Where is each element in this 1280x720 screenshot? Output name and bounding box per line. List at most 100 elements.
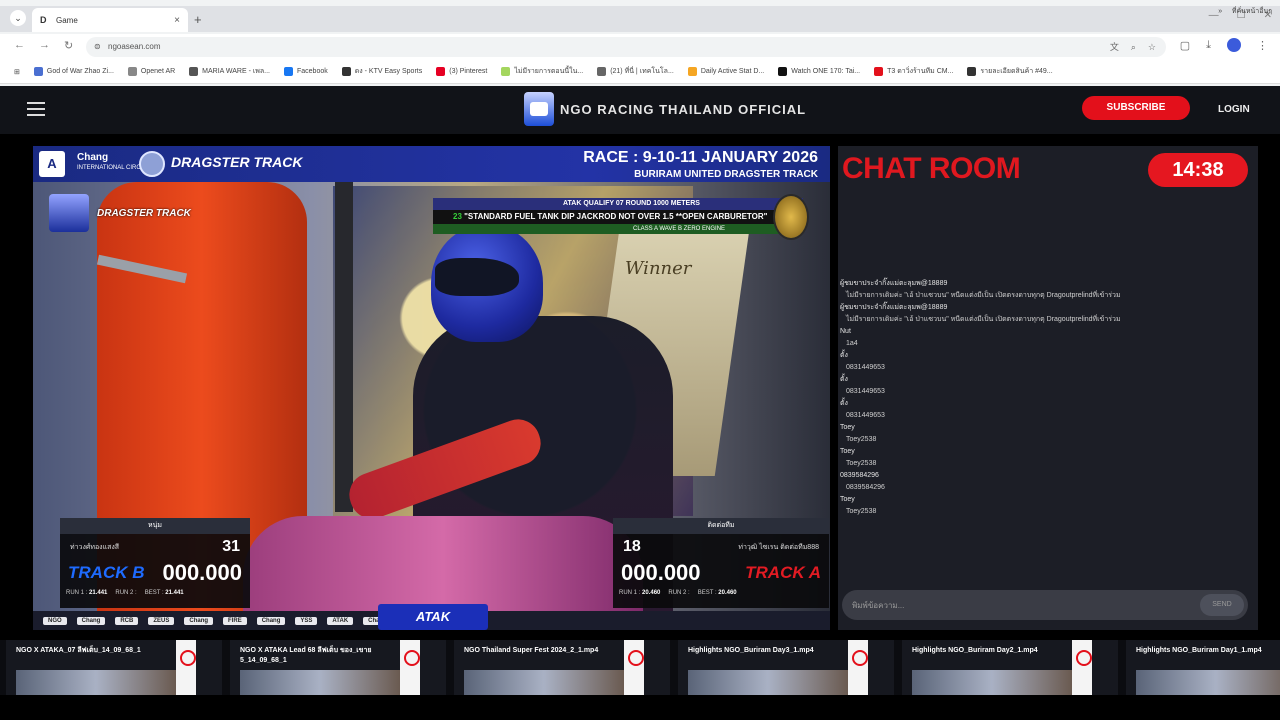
brand[interactable]: NGO RACING THAILAND OFFICIAL — [524, 92, 806, 126]
site-title: NGO RACING THAILAND OFFICIAL — [560, 101, 807, 117]
bookmark-item[interactable]: Facebook — [284, 67, 328, 76]
chat-text: ไม่มีรายการเดิมค่ะ "เอ้ ป่าแซวบน" หนีดแต… — [846, 316, 1121, 323]
forward-icon[interactable]: → — [39, 39, 50, 52]
video-thumbnail[interactable] — [16, 670, 176, 695]
bookmark-favicon-icon — [436, 67, 446, 76]
bookmark-item[interactable]: (21) ที่นี่ | เทคโนโล... — [597, 66, 674, 77]
bookmark-label: รายละเอียดสินค้า #49... — [980, 68, 1053, 75]
race-venue: BURIRAM UNITED DRAGSTER TRACK — [634, 169, 818, 180]
bookmarks-folder[interactable]: ที่คั่นหน้าอื่นๆ — [1232, 8, 1272, 15]
minimize-icon[interactable]: — — [1209, 10, 1219, 21]
sponsor-logo: FIRE — [223, 616, 247, 625]
video-list: NGO X ATAKA_07 ลีฟเต็บ_14_09_68_1 NGO X A… — [0, 640, 1280, 695]
reload-icon[interactable]: ↻ — [64, 39, 73, 52]
live-video-player[interactable]: Winner A Chang INTERNATIONAL CIRCUIT DRA… — [33, 146, 830, 630]
video-card[interactable]: Highlights NGO_Buriram Day1_1.mp4 — [1126, 640, 1280, 695]
video-thumbnail[interactable] — [240, 670, 400, 695]
page-bottom — [0, 695, 1280, 720]
tab-close-icon[interactable]: × — [174, 15, 180, 26]
chat-input-bar: SEND — [842, 590, 1248, 620]
video-thumbnail[interactable] — [1136, 670, 1280, 695]
site-favicon-icon: D — [40, 15, 47, 25]
atak-logo: ATAK — [378, 604, 488, 630]
video-card[interactable]: NGO X ATAKA Lead 68 ลีฟเต็บ ของ_เขาย 5_1… — [230, 640, 446, 695]
chat-input[interactable] — [852, 590, 1192, 620]
bookmark-item[interactable]: Daily Active Stat D... — [687, 67, 764, 76]
banner-engine: CLASS A WAVE B ZERO ENGINE — [433, 224, 803, 234]
video-thumbnail[interactable] — [688, 670, 848, 695]
scoreboard-right: ติดต่อทีม 18 ท่าวุฒิ ไซเรน ติดต่อทีม888 … — [613, 518, 829, 608]
bookmark-label: MARIA WARE - เพล... — [202, 68, 270, 75]
chat-username: Toey — [840, 424, 855, 431]
bookmark-item[interactable]: ไม่มีรายการตอนนี้ใน... — [501, 66, 583, 77]
chat-messages[interactable]: ผู้ชมขาประจำกิ๊งแม่ตะลุมพ@18889 ไม่มีรายก… — [840, 278, 1250, 518]
chat-username: Toey — [840, 448, 855, 455]
sponsor-logo: Chang — [184, 616, 214, 625]
bookmark-item[interactable]: MARIA WARE - เพล... — [189, 66, 270, 77]
browser-chrome: ⌄ D Game × + — ☐ ✕ ← → ↻ ⊜ ngoasean.com … — [0, 0, 1280, 86]
tab-search-icon[interactable]: ⌄ — [10, 10, 26, 26]
bookmark-item[interactable]: รายละเอียดสินค้า #49... — [967, 66, 1053, 77]
video-title: Highlights NGO_Buriram Day2_1.mp4 — [912, 647, 1038, 654]
video-card[interactable]: Highlights NGO_Buriram Day3_1.mp4 — [678, 640, 894, 695]
address-bar[interactable]: ⊜ ngoasean.com 文 ⌕ ☆ — [86, 37, 1166, 57]
send-button[interactable]: SEND — [1200, 594, 1244, 616]
sponsor-logo: RCB — [115, 616, 139, 625]
bookmark-item[interactable]: God of War Zhao Zi... — [33, 67, 114, 76]
extensions-icon[interactable]: ▢ — [1180, 39, 1190, 52]
tab-game[interactable]: D Game × — [32, 8, 188, 32]
right-rider: ท่าวุฒิ ไซเรน ติดต่อทีม888 — [738, 543, 819, 551]
bookmark-favicon-icon — [189, 67, 199, 76]
bookmark-item[interactable]: Openet AR — [127, 67, 175, 76]
back-icon[interactable]: ← — [14, 39, 25, 52]
new-tab-button[interactable]: + — [194, 12, 202, 27]
translate-icon[interactable]: 文 — [1110, 37, 1119, 57]
video-card[interactable]: Highlights NGO_Buriram Day2_1.mp4 — [902, 640, 1118, 695]
apps-grid-icon[interactable]: ⊞ — [14, 68, 20, 76]
chat-message: ผู้ชมขาประจำกิ๊งแม่ตะลุมพ@18889 ไม่มีรายก… — [840, 302, 1250, 326]
bookmark-label: (3) Pinterest — [449, 68, 488, 75]
bookmark-star-icon[interactable]: ☆ — [1148, 37, 1156, 57]
profile-avatar[interactable] — [1227, 38, 1241, 52]
chat-text: 0831449653 — [846, 388, 885, 395]
video-thumbnail[interactable] — [464, 670, 624, 695]
chat-username: ผู้ชมขาประจำกิ๊งแม่ตะลุมพ@18889 — [840, 304, 948, 311]
tab-strip: ⌄ D Game × + — ☐ ✕ — [0, 6, 1280, 32]
bookmark-label: Facebook — [297, 68, 328, 75]
left-time: 000.000 — [162, 560, 242, 585]
bookmark-item[interactable]: ดง - KTV Easy Sports — [341, 66, 423, 77]
bookmark-item[interactable]: (3) Pinterest — [436, 67, 487, 76]
bookmark-label: Watch ONE 170: Tai... — [791, 68, 861, 75]
right-best: 20.460 — [718, 590, 737, 596]
download-icon[interactable]: ⤓ — [1206, 39, 1211, 52]
video-title: NGO X ATAKA_07 ลีฟเต็บ_14_09_68_1 — [16, 647, 141, 654]
video-action-icon[interactable] — [400, 640, 420, 695]
sponsor-logo: NGO — [43, 616, 67, 625]
chat-text: 1a4 — [846, 340, 858, 347]
bookmark-item[interactable]: Watch ONE 170: Tai... — [778, 67, 860, 76]
chat-message: 0839584296 0839584296 — [840, 470, 1250, 494]
video-action-icon[interactable] — [624, 640, 644, 695]
video-action-icon[interactable] — [176, 640, 196, 695]
login-link[interactable]: LOGIN — [1218, 104, 1250, 115]
bookmarks-more-icon[interactable]: » — [1218, 8, 1222, 15]
right-time: 000.000 — [621, 560, 701, 585]
zoom-icon[interactable]: ⌕ — [1131, 37, 1136, 57]
video-card[interactable]: NGO Thailand Super Fest 2024_2_1.mp4 — [454, 640, 670, 695]
ngo-logo — [524, 92, 554, 126]
menu-kebab-icon[interactable]: ⋮ — [1257, 39, 1268, 52]
video-thumbnail[interactable] — [912, 670, 1072, 695]
menu-hamburger-icon[interactable] — [27, 102, 45, 116]
subscribe-button[interactable]: SUBSCRIBE — [1082, 96, 1190, 120]
race-info: RACE : 9-10-11 JANUARY 2026 BURIRAM UNIT… — [583, 149, 818, 183]
video-card[interactable]: NGO X ATAKA_07 ลีฟเต็บ_14_09_68_1 — [6, 640, 222, 695]
site-info-icon[interactable]: ⊜ — [94, 37, 101, 57]
left-run1: 21.441 — [89, 590, 108, 596]
nav-buttons: ← → ↻ — [14, 39, 73, 52]
bookmark-item[interactable]: T3 ดาวิ่งร้านทีม CM... — [874, 66, 953, 77]
race-title: RACE : 9-10-11 JANUARY 2026 — [583, 149, 818, 166]
chat-text: Toey2538 — [846, 460, 877, 467]
bookmark-label: ดง - KTV Easy Sports — [354, 68, 423, 75]
video-action-icon[interactable] — [1072, 640, 1092, 695]
video-action-icon[interactable] — [848, 640, 868, 695]
